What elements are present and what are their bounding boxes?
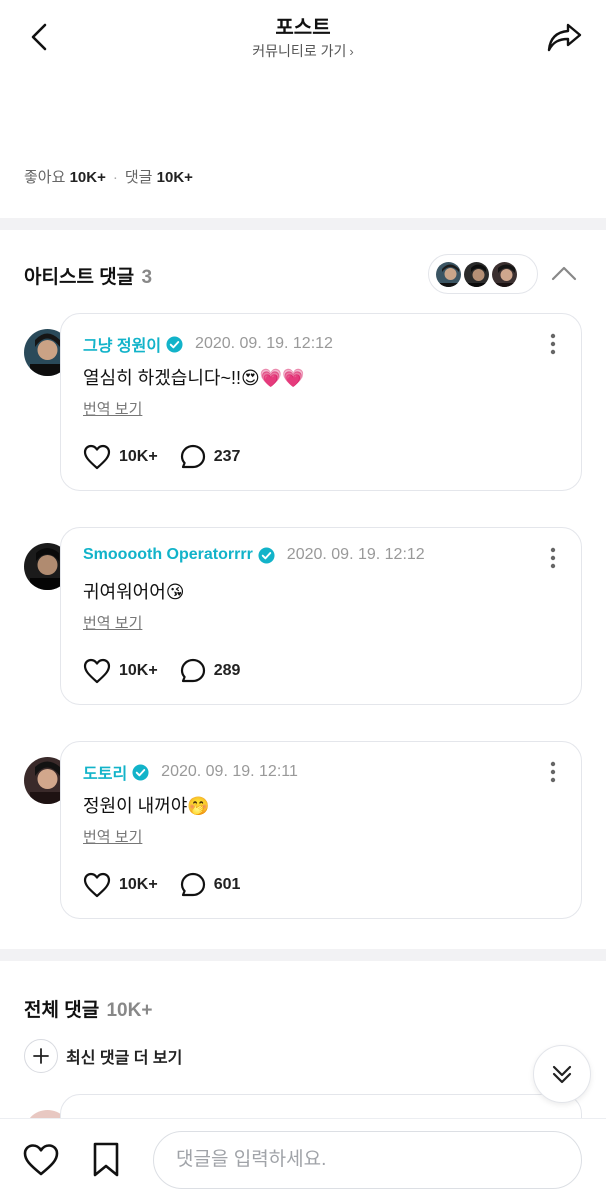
comment-actions: 10K+ 601 (83, 872, 262, 898)
likes-count: 10K+ (69, 169, 106, 186)
share-arrow-icon (547, 23, 582, 52)
heart-outline-icon (83, 658, 111, 684)
more-options-button[interactable] (543, 546, 563, 570)
comment-date: 2020. 09. 19. 12:11 (161, 763, 298, 780)
top-header: 포스트 커뮤니티로 가기 › (0, 0, 606, 76)
section-divider (0, 949, 606, 961)
speech-bubble-icon (180, 444, 205, 469)
like-post-button[interactable] (22, 1143, 60, 1177)
comment-actions: 10K+ 237 (83, 444, 262, 470)
heart-outline-icon (23, 1144, 59, 1176)
post-stats: 좋아요 10K+ · 댓글 10K+ (24, 166, 193, 187)
verified-badge-icon (132, 763, 149, 781)
scroll-down-button[interactable] (533, 1045, 591, 1103)
comment-author[interactable]: Smooooth Operatorrrr (83, 546, 253, 564)
likes-label: 좋아요 (24, 169, 66, 186)
artist-comments-title: 아티스트 댓글 3 (24, 262, 152, 289)
artist-avatar-mini (462, 260, 491, 289)
reply-button[interactable]: 601 (180, 872, 241, 898)
comment-text: 정원이 내꺼야🤭 (83, 796, 210, 816)
bottom-bar (0, 1118, 606, 1200)
all-comments-title: 전체 댓글 10K+ (24, 995, 152, 1022)
speech-bubble-icon (180, 658, 205, 683)
comment-card: 도토리 2020. 09. 19. 12:11 정원이 내꺼야🤭 번역 보기 1… (60, 741, 582, 919)
heart-outline-icon (83, 872, 111, 898)
community-link-label: 커뮤니티로 가기 (252, 43, 347, 59)
comment-text: 열심히 하겠습니다~!!😍💗💗 (83, 368, 305, 388)
comment-author[interactable]: 도토리 (83, 760, 127, 784)
comments-count: 10K+ (156, 169, 193, 186)
more-vertical-icon (550, 333, 556, 355)
verified-badge-icon (258, 546, 275, 564)
more-vertical-icon (550, 761, 556, 783)
like-button[interactable]: 10K+ (83, 444, 158, 470)
artist-comments-count: 3 (141, 267, 153, 288)
double-chevron-down-icon (552, 1065, 572, 1084)
reply-button[interactable]: 237 (180, 444, 241, 470)
comment-date: 2020. 09. 19. 12:12 (286, 546, 425, 563)
comment-author[interactable]: 그냥 정원이 (83, 332, 161, 356)
chevron-up-icon (551, 266, 577, 281)
reply-count: 289 (213, 662, 241, 679)
like-button[interactable]: 10K+ (83, 872, 158, 898)
like-button[interactable]: 10K+ (83, 658, 158, 684)
load-recent-comments-label: 최신 댓글 더 보기 (66, 1050, 183, 1067)
chevron-right-icon: › (349, 44, 354, 59)
artist-avatars-group[interactable] (428, 254, 538, 294)
reply-count: 237 (213, 448, 241, 465)
section-divider (0, 218, 606, 230)
comment-date: 2020. 09. 19. 12:12 (195, 335, 333, 352)
reply-count: 601 (213, 876, 241, 893)
load-recent-comments-button[interactable]: 최신 댓글 더 보기 (24, 1039, 182, 1073)
collapse-button[interactable] (548, 258, 580, 290)
artist-comments-title-label: 아티스트 댓글 (24, 267, 135, 288)
plus-icon (24, 1039, 58, 1073)
heart-outline-icon (83, 444, 111, 470)
artist-avatar-mini (434, 260, 463, 289)
all-comments-title-label: 전체 댓글 (24, 1000, 100, 1021)
comment-input[interactable] (153, 1131, 582, 1189)
comment-header: Smooooth Operatorrrr 2020. 09. 19. 12:12 (83, 546, 425, 564)
reply-button[interactable]: 289 (180, 658, 241, 684)
comment-header: 도토리 2020. 09. 19. 12:11 (83, 760, 298, 784)
bookmark-button[interactable] (90, 1141, 122, 1179)
verified-badge-icon (166, 335, 183, 353)
speech-bubble-icon (180, 872, 205, 897)
page-title: 포스트 (275, 17, 331, 39)
comment-card: 그냥 정원이 2020. 09. 19. 12:12 열심히 하겠습니다~!!😍… (60, 313, 582, 491)
more-options-button[interactable] (543, 760, 563, 784)
translate-link[interactable]: 번역 보기 (83, 398, 142, 419)
like-count: 10K+ (119, 448, 158, 465)
comments-label: 댓글 (124, 169, 153, 186)
stats-separator: · (112, 169, 118, 186)
like-count: 10K+ (119, 876, 158, 893)
comment-text: 귀여워어어😘 (83, 582, 185, 602)
comment-actions: 10K+ 289 (83, 658, 262, 684)
translate-link[interactable]: 번역 보기 (83, 826, 142, 847)
more-vertical-icon (550, 547, 556, 569)
artist-avatar-mini (490, 260, 519, 289)
community-link[interactable]: 커뮤니티로 가기 › (0, 41, 606, 61)
translate-link[interactable]: 번역 보기 (83, 612, 142, 633)
more-options-button[interactable] (543, 332, 563, 356)
all-comments-count: 10K+ (106, 1000, 153, 1021)
like-count: 10K+ (119, 662, 158, 679)
comment-header: 그냥 정원이 2020. 09. 19. 12:12 (83, 332, 333, 356)
comment-card: Smooooth Operatorrrr 2020. 09. 19. 12:12… (60, 527, 582, 705)
share-button[interactable] (546, 20, 584, 54)
bookmark-icon (93, 1142, 119, 1177)
